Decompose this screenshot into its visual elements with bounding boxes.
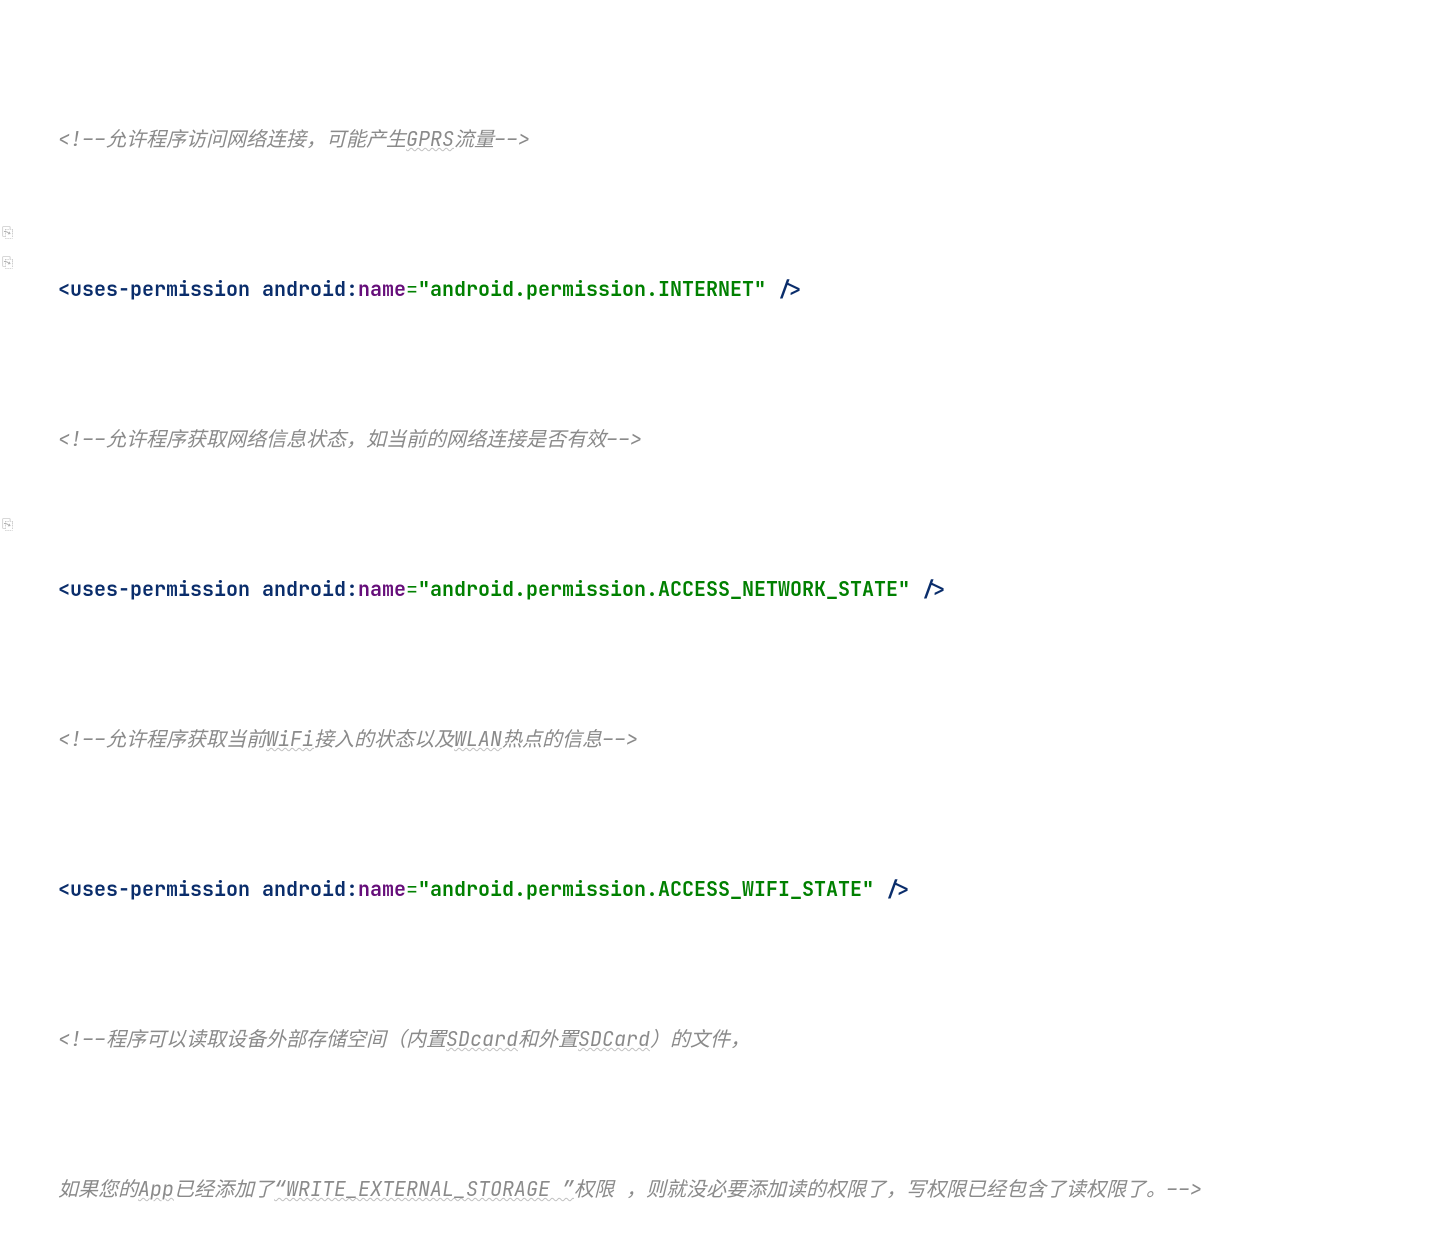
- gutter-marker-icon: ⎘: [2, 510, 13, 540]
- gutter-marker-icon: ⎘: [2, 218, 13, 248]
- code-editor[interactable]: ⎘ ⎘ ⎘ <!––允许程序访问网络连接，可能产生GPRS流量––> <uses…: [0, 0, 1434, 154]
- code-line[interactable]: 如果您的App已经添加了“WRITE_EXTERNAL_STORAGE ”权限 …: [58, 1174, 1434, 1204]
- xml-attr-ns: android: [262, 276, 346, 302]
- xml-tag: uses-permission: [70, 276, 250, 302]
- xml-attr-name: name: [358, 276, 406, 302]
- code-line[interactable]: <!––允许程序获取当前WiFi接入的状态以及WLAN热点的信息––>: [58, 724, 1434, 754]
- xml-comment: 如果您的App已经添加了“WRITE_EXTERNAL_STORAGE ”权限 …: [58, 1176, 1202, 1202]
- code-line[interactable]: <uses-permission android:name="android.p…: [58, 574, 1434, 604]
- code-line[interactable]: <!––程序可以读取设备外部存储空间（内置SDcard和外置SDCard）的文件…: [58, 1024, 1434, 1054]
- xml-comment: <!––程序可以读取设备外部存储空间（内置SDcard和外置SDCard）的文件…: [58, 1026, 750, 1052]
- gutter-marker-icon: ⎘: [2, 248, 13, 278]
- xml-bracket: <: [58, 276, 70, 302]
- code-line[interactable]: <!––允许程序访问网络连接，可能产生GPRS流量––>: [58, 124, 1434, 154]
- gutter: ⎘ ⎘ ⎘: [0, 0, 20, 622]
- xml-comment: <!––允许程序访问网络连接，可能产生GPRS流量––>: [58, 126, 530, 152]
- code-line[interactable]: <uses-permission android:name="android.p…: [58, 274, 1434, 304]
- xml-comment: <!––允许程序获取网络信息状态，如当前的网络连接是否有效––>: [58, 426, 642, 452]
- xml-attr-value: "android.permission.INTERNET": [418, 276, 766, 302]
- code-area[interactable]: <!––允许程序访问网络连接，可能产生GPRS流量––> <uses-permi…: [58, 4, 1434, 1244]
- code-line[interactable]: <!––允许程序获取网络信息状态，如当前的网络连接是否有效––>: [58, 424, 1434, 454]
- code-line[interactable]: <uses-permission android:name="android.p…: [58, 874, 1434, 904]
- xml-comment: <!––允许程序获取当前WiFi接入的状态以及WLAN热点的信息––>: [58, 726, 638, 752]
